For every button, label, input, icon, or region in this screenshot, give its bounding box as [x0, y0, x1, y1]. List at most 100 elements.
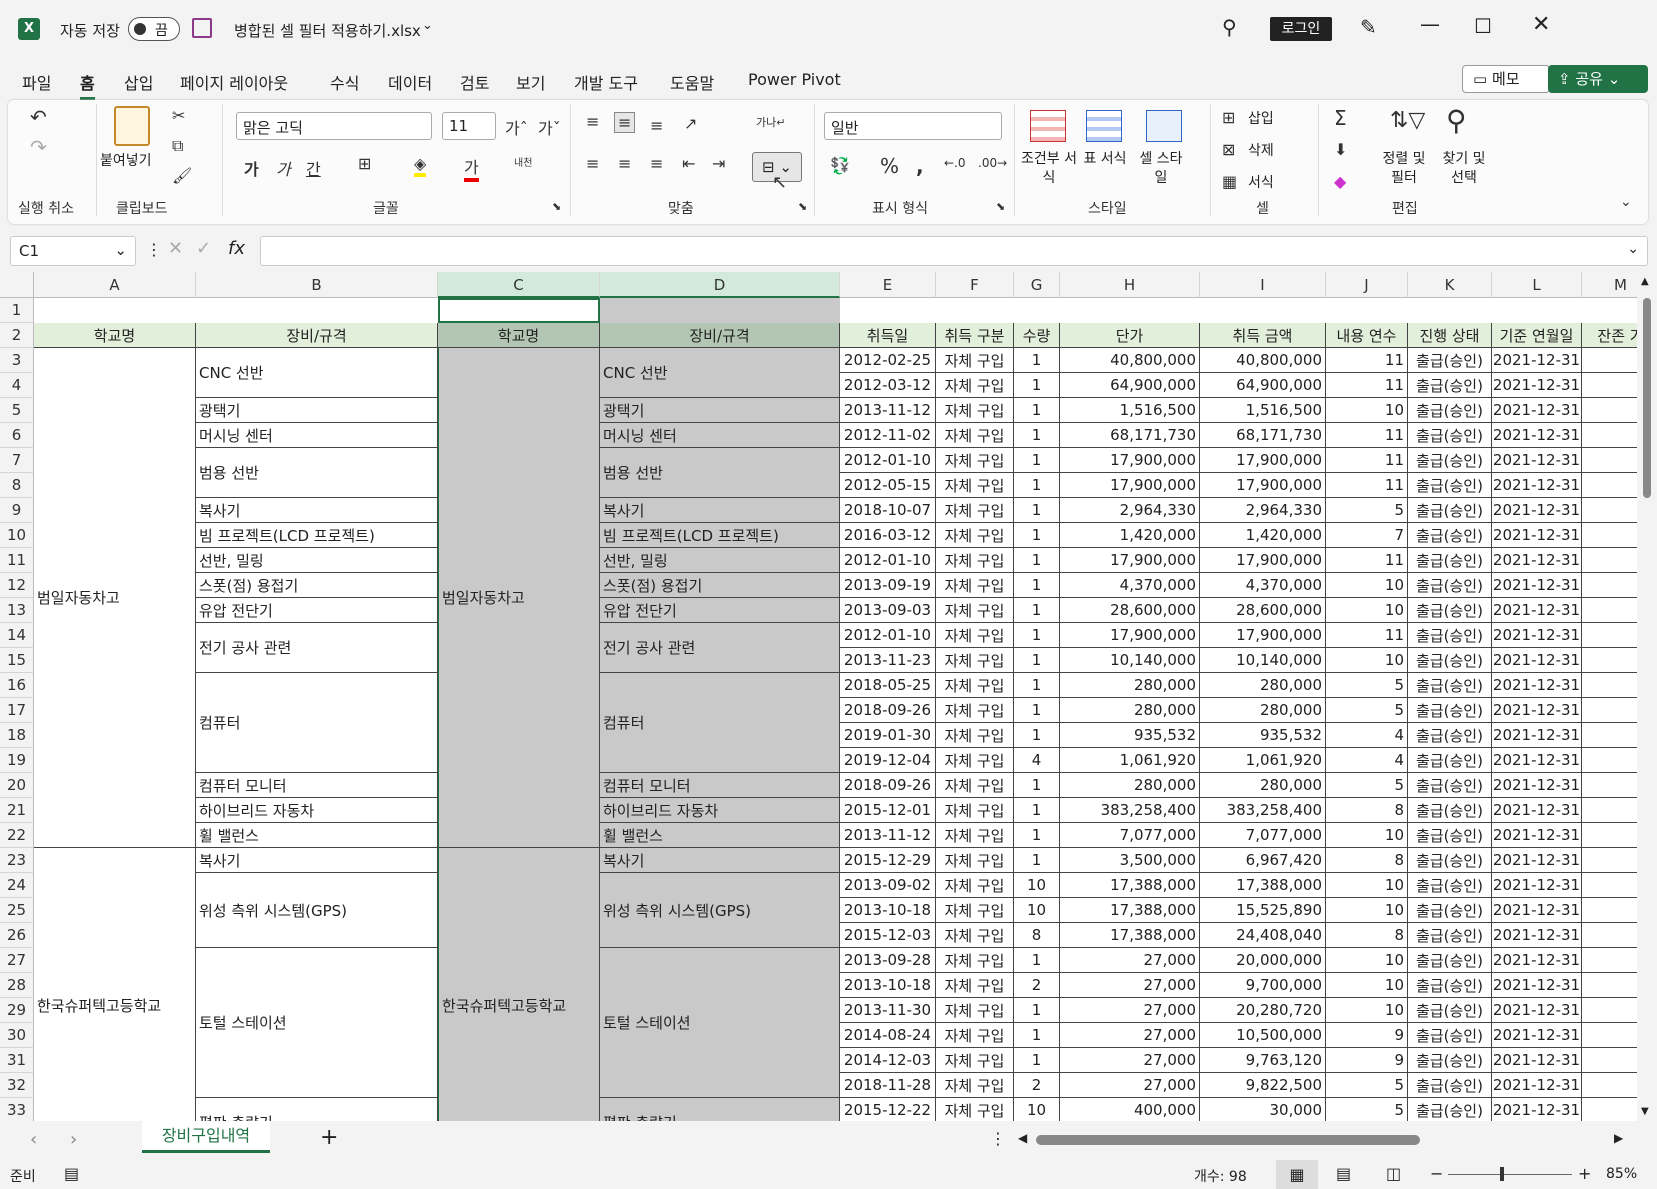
row-header[interactable]: 3 — [0, 348, 34, 373]
page-break-view-icon[interactable]: ◫ — [1386, 1164, 1401, 1183]
format-cells-icon[interactable]: ▦ — [1222, 172, 1237, 191]
row-header[interactable]: 22 — [0, 823, 34, 848]
scroll-down-icon[interactable]: ▼ — [1641, 1106, 1649, 1117]
redo-icon[interactable]: ↷ — [30, 135, 47, 159]
save-icon[interactable] — [192, 18, 212, 38]
font-shrink-icon[interactable]: 가ˇ — [538, 115, 561, 139]
undo-icon[interactable]: ↶ — [30, 105, 47, 129]
tab-data[interactable]: 데이터 — [388, 70, 432, 94]
autosum-icon[interactable]: Σ — [1334, 106, 1347, 130]
align-left-icon[interactable]: ≡ — [586, 154, 599, 173]
column-header-m[interactable]: M — [1582, 272, 1637, 298]
row-header[interactable]: 18 — [0, 723, 34, 748]
row-header[interactable]: 10 — [0, 523, 34, 548]
tab-formulas[interactable]: 수식 — [330, 70, 359, 94]
clear-icon[interactable]: ◆ — [1334, 172, 1346, 191]
row-header[interactable]: 15 — [0, 648, 34, 673]
horizontal-scroll-thumb[interactable] — [1036, 1135, 1420, 1145]
sheet-next-icon[interactable]: › — [70, 1129, 77, 1150]
delete-cells-button[interactable]: 삭제 — [1248, 142, 1274, 161]
row-header[interactable]: 28 — [0, 973, 34, 998]
conditional-format-icon[interactable] — [1030, 110, 1066, 142]
column-header-d[interactable]: D — [600, 272, 840, 298]
chevron-down-icon[interactable]: ⌄ — [422, 18, 433, 33]
alignment-dialog-launcher-icon[interactable]: ⬊ — [798, 200, 807, 213]
row-header[interactable]: 7 — [0, 448, 34, 473]
insert-cells-button[interactable]: 삽입 — [1248, 110, 1274, 129]
sort-filter-icon[interactable]: ⇅▽ — [1390, 108, 1425, 133]
enter-icon[interactable]: ✓ — [196, 238, 211, 259]
scroll-up-icon[interactable]: ▲ — [1641, 276, 1649, 287]
font-dialog-launcher-icon[interactable]: ⬊ — [552, 200, 561, 213]
login-button[interactable]: 로그인 — [1270, 17, 1332, 41]
phonetic-icon[interactable]: 내천 — [514, 154, 532, 169]
more-icon[interactable]: ⋮ — [990, 1129, 1006, 1148]
insert-function-icon[interactable]: fx — [228, 238, 245, 259]
tab-review[interactable]: 검토 — [460, 70, 489, 94]
tab-file[interactable]: 파일 — [22, 70, 51, 94]
column-header-c[interactable]: C — [438, 272, 600, 298]
percent-icon[interactable]: % — [880, 154, 899, 178]
number-format-select[interactable]: 일반 — [824, 112, 1002, 140]
row-header[interactable]: 2 — [0, 323, 34, 348]
orientation-icon[interactable]: ↗ — [684, 114, 697, 133]
paste-icon[interactable] — [114, 106, 150, 146]
share-button[interactable]: ⇪ 공유 ⌄ — [1548, 65, 1648, 93]
currency-icon[interactable]: 💱 — [830, 156, 850, 175]
tab-page-layout[interactable]: 페이지 레이아웃 — [180, 70, 288, 94]
sort-filter-button[interactable]: 정렬 및 필터 — [1378, 150, 1430, 188]
vertical-scrollbar[interactable]: ▲ ▼ — [1637, 272, 1657, 1121]
row-header[interactable]: 31 — [0, 1048, 34, 1073]
file-name[interactable]: 병합된 셀 필터 적용하기.xlsx — [234, 20, 421, 41]
zoom-slider-thumb[interactable] — [1500, 1167, 1504, 1181]
table-format-icon[interactable] — [1086, 110, 1122, 142]
name-box[interactable]: C1 ⌄ — [10, 236, 136, 266]
pen-icon[interactable]: ✎ — [1360, 15, 1377, 39]
borders-icon[interactable]: ⊞ — [358, 154, 371, 173]
row-header[interactable]: 24 — [0, 873, 34, 898]
row-header[interactable]: 27 — [0, 948, 34, 973]
ribbon-collapse-icon[interactable]: ⌄ — [1620, 194, 1632, 210]
cell-style-button[interactable]: 셀 스타일 — [1136, 150, 1186, 188]
tab-power-pivot[interactable]: Power Pivot — [748, 70, 841, 89]
conditional-format-button[interactable]: 조건부 서식 — [1020, 150, 1078, 188]
cell-c1-selected[interactable] — [438, 298, 600, 323]
column-header-b[interactable]: B — [196, 272, 438, 298]
tab-insert[interactable]: 삽입 — [124, 70, 153, 94]
accessibility-icon[interactable]: ▤ — [64, 1164, 79, 1183]
row-header[interactable]: 20 — [0, 773, 34, 798]
row-header[interactable]: 17 — [0, 698, 34, 723]
table-format-button[interactable]: 표 서식 — [1082, 150, 1128, 169]
cell-style-icon[interactable] — [1146, 110, 1182, 142]
font-grow-icon[interactable]: 가ˆ — [505, 115, 528, 139]
row-header[interactable]: 26 — [0, 923, 34, 948]
column-header-h[interactable]: H — [1060, 272, 1200, 298]
autosave-toggle[interactable]: 끔 — [128, 17, 180, 41]
row-header[interactable]: 30 — [0, 1023, 34, 1048]
column-header-i[interactable]: I — [1200, 272, 1326, 298]
sheet-prev-icon[interactable]: ‹ — [30, 1129, 37, 1150]
decrease-indent-icon[interactable]: ⇤ — [682, 154, 695, 173]
find-select-button[interactable]: 찾기 및 선택 — [1438, 150, 1490, 188]
increase-indent-icon[interactable]: ⇥ — [712, 154, 725, 173]
row-header[interactable]: 1 — [0, 298, 34, 323]
column-header-k[interactable]: K — [1408, 272, 1492, 298]
tab-developer[interactable]: 개발 도구 — [574, 70, 638, 94]
column-header-a[interactable]: A — [34, 272, 196, 298]
row-header[interactable]: 25 — [0, 898, 34, 923]
paste-button[interactable]: 붙여넣기 — [100, 152, 152, 171]
zoom-in-icon[interactable]: + — [1578, 1164, 1591, 1183]
insert-cells-icon[interactable]: ⊞ — [1222, 108, 1235, 127]
copy-icon[interactable]: ⧉ — [172, 136, 183, 156]
memo-button[interactable]: ▭ 메모 — [1462, 65, 1550, 93]
zoom-level[interactable]: 85% — [1606, 1166, 1637, 1182]
bold-icon[interactable]: 가 — [244, 156, 259, 180]
column-header-j[interactable]: J — [1326, 272, 1408, 298]
font-name-select[interactable]: 맑은 고딕 — [236, 112, 432, 140]
row-header[interactable]: 12 — [0, 573, 34, 598]
close-icon[interactable]: ✕ — [1532, 12, 1550, 37]
delete-cells-icon[interactable]: ⊠ — [1222, 140, 1235, 159]
row-header[interactable]: 32 — [0, 1073, 34, 1098]
number-dialog-launcher-icon[interactable]: ⬊ — [996, 200, 1005, 213]
row-header[interactable]: 19 — [0, 748, 34, 773]
